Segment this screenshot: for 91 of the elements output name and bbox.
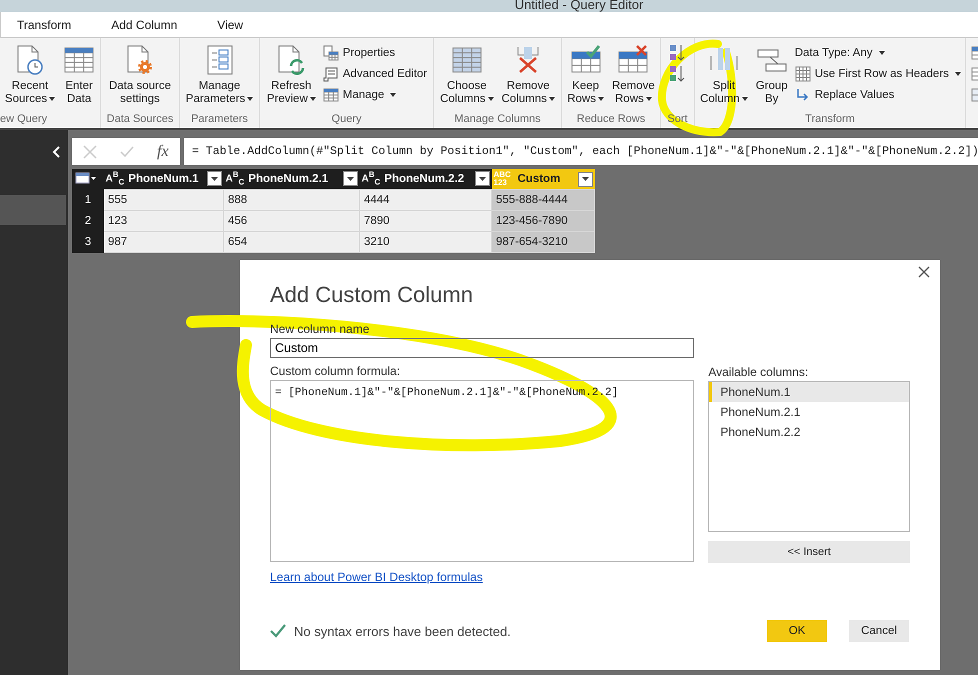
ribbon-button[interactable]: Choose Columns [437, 42, 496, 113]
table-cell: 888 [224, 190, 360, 210]
table-cell: 123 [104, 210, 224, 232]
replace-arrow-icon [794, 87, 811, 103]
ribbon-tab[interactable]: Transform [7, 14, 82, 36]
caret-icon [210, 176, 218, 181]
filter-button[interactable] [342, 171, 358, 186]
table-cell: 3210 [360, 232, 492, 252]
caret-icon [646, 96, 652, 101]
ribbon-button[interactable]: Group By [752, 42, 791, 113]
function-button[interactable]: fx [157, 142, 169, 160]
caret-icon [548, 96, 555, 101]
caret-icon [247, 96, 254, 101]
column-list-item[interactable]: PhoneNum.2.2 [709, 422, 909, 442]
caret-icon [390, 93, 396, 97]
ribbon-button[interactable]: Properties [320, 44, 430, 62]
formula-field[interactable]: = Table.AddColumn(#"Split Column by Position1", "Custom", each [PhoneNum.1]&"-"&[PhoneNum.2.1]&"-"&[PhoneNum.2.2]) [184, 138, 978, 165]
caret-icon [488, 96, 494, 101]
group-label: Transform [805, 113, 855, 125]
ribbon-button[interactable]: Data Type: Any [792, 44, 963, 62]
column-header: PhoneNum.1 [128, 172, 200, 185]
filter-button[interactable] [206, 171, 222, 186]
ribbon-button[interactable]: Remove Rows [608, 42, 658, 113]
group-label: Query [332, 113, 362, 125]
table-cell: 654 [224, 232, 360, 252]
caret-icon [346, 176, 354, 181]
group-label: Manage Columns [454, 113, 541, 125]
table-cell: 123-456-7890 [492, 210, 594, 232]
column-list-item[interactable]: PhoneNum.2.1 [709, 402, 909, 422]
table-cell: 555-888-4444 [492, 190, 594, 210]
dialog-title: Add Custom Column [270, 282, 474, 308]
ribbon-button[interactable]: Keep Rows [564, 42, 607, 113]
close-icon[interactable] [918, 266, 930, 278]
caret-icon [478, 176, 486, 181]
checkmark-icon [270, 624, 286, 638]
ok-button[interactable]: OK [767, 620, 827, 642]
column-header: PhoneNum.2.2 [384, 172, 466, 185]
ribbon-button[interactable]: Recent Sources [2, 42, 58, 113]
table-cell: 456 [224, 210, 360, 232]
checkmark-icon[interactable] [120, 146, 134, 158]
group-label: ew Query [0, 113, 48, 125]
cancel-button[interactable]: Cancel [849, 620, 909, 642]
caret-icon [742, 96, 748, 101]
ribbon-button[interactable]: Enter Data [60, 42, 98, 113]
ribbon-tab[interactable]: View [207, 14, 254, 36]
group-label: Data Sources [106, 113, 174, 125]
ribbon-button[interactable]: Data source settings [106, 42, 174, 113]
row-number: 3 [72, 232, 104, 252]
field-label: Custom column formula: [270, 364, 402, 378]
caret-icon [582, 177, 588, 181]
ribbon-button[interactable]: Manage [320, 86, 430, 104]
scroll-icon [322, 66, 339, 82]
type-label: ABC 123 [494, 171, 512, 187]
name-field[interactable]: Custom [270, 338, 694, 358]
sort-descending-icon [668, 64, 688, 84]
properties-icon [322, 45, 339, 61]
caret-icon [598, 96, 604, 101]
table-cell: 555 [104, 190, 224, 210]
ribbon-button[interactable]: Replace Values [792, 86, 963, 104]
ribbon-button[interactable]: Use First Row as Headers [792, 65, 963, 83]
column-header: Custom [518, 173, 562, 185]
table-icon [322, 87, 339, 103]
caret-icon [954, 72, 961, 76]
chevron-left-icon[interactable] [52, 146, 60, 158]
table-cell: 987-654-3210 [492, 232, 594, 252]
table-icon [794, 66, 811, 82]
caret-icon [49, 96, 56, 101]
table-menu-icon[interactable] [74, 172, 96, 184]
ribbon-button[interactable]: Advanced Editor [320, 65, 430, 83]
table-cell: 7890 [360, 210, 492, 232]
field-label: Available columns: [708, 365, 810, 379]
row-number: 2 [72, 210, 104, 232]
filter-button[interactable] [474, 171, 490, 186]
ribbon-button[interactable]: Remove Columns [498, 42, 558, 113]
column-list-item[interactable]: PhoneNum.1 [709, 382, 909, 402]
ribbon-button[interactable]: Refresh Preview [264, 42, 319, 113]
insert-button[interactable]: << Insert [708, 541, 910, 563]
sort-ascending-icon [668, 43, 688, 63]
table-cell: 987 [104, 232, 224, 252]
ribbon-button[interactable]: Manage Parameters [182, 42, 256, 113]
filter-button[interactable] [578, 172, 592, 186]
row-number: 1 [72, 190, 104, 210]
column-header: PhoneNum.2.1 [248, 172, 330, 185]
table-cell: 4444 [360, 190, 492, 210]
formula-help-link[interactable]: Learn about Power BI Desktop formulas [270, 570, 483, 584]
group-label: Reduce Rows [576, 113, 646, 125]
ribbon-tab[interactable]: Add Column [101, 14, 188, 36]
group-label: Parameters [191, 113, 248, 125]
caret-icon [310, 96, 316, 101]
status-message: No syntax errors have been detected. [294, 624, 512, 638]
caret-icon [878, 51, 884, 55]
